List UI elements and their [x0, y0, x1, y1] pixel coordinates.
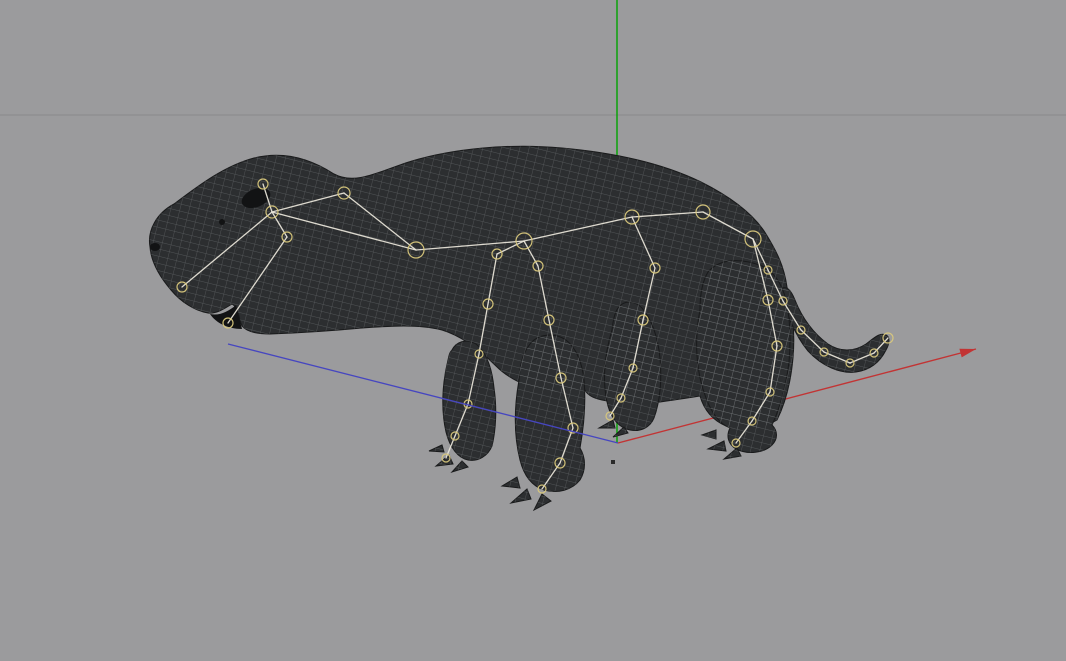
origin-marker — [611, 460, 615, 464]
eye-dot — [219, 219, 225, 225]
viewport-3d[interactable] — [0, 0, 1066, 661]
nose-tip — [150, 243, 160, 251]
viewport-canvas[interactable] — [0, 0, 1066, 661]
